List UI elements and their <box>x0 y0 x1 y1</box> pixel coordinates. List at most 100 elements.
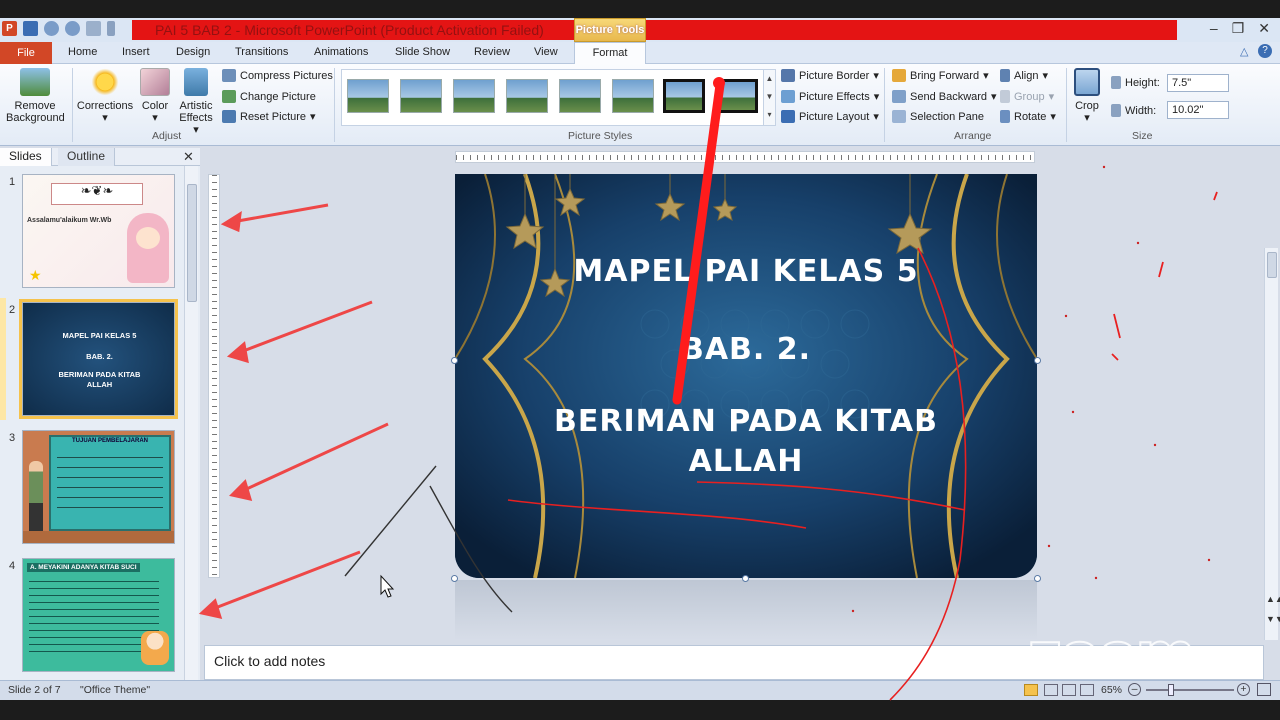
powerpoint-window: P PAI 5 BAB 2 - Microsoft PowerPoint (Pr… <box>0 0 1280 720</box>
slides-panel: 1 ❧❦❧ Assalamu'alaikum Wr.Wb ★ 2 MAPEL P… <box>0 166 200 680</box>
slide-thumbnail-4[interactable]: A. MEYAKINI ADANYA KITAB SUCI <box>22 558 175 672</box>
scroll-thumb[interactable] <box>1267 252 1277 278</box>
picture-border-button[interactable]: Picture Border ▾ <box>781 69 879 82</box>
group-button[interactable]: Group ▾ <box>1000 90 1054 103</box>
tab-review[interactable]: Review <box>474 46 510 58</box>
next-slide-icon[interactable]: ▼▼ <box>1266 614 1280 624</box>
slide-background-art <box>455 174 1037 578</box>
scroll-thumb[interactable] <box>187 184 197 302</box>
help-icon[interactable]: ? <box>1258 44 1272 58</box>
redo-icon[interactable] <box>65 21 80 36</box>
picture-style-3[interactable] <box>453 79 495 113</box>
selection-pane-button[interactable]: Selection Pane <box>892 110 984 123</box>
customize-qat-icon[interactable] <box>107 21 115 36</box>
fit-to-window-icon[interactable] <box>1257 683 1271 696</box>
width-input[interactable]: 10.02" <box>1167 101 1229 119</box>
tab-animations[interactable]: Animations <box>314 46 368 58</box>
picture-layout-button[interactable]: Picture Layout ▾ <box>781 110 879 123</box>
face <box>136 227 160 249</box>
floor <box>23 531 174 543</box>
minimize-icon[interactable]: – <box>1210 20 1218 37</box>
tab-slide-show[interactable]: Slide Show <box>395 46 450 58</box>
zoom-slider[interactable] <box>1146 689 1234 691</box>
picture-tools-context-tab: Picture Tools <box>574 18 646 42</box>
reading-view-icon[interactable] <box>1062 684 1076 696</box>
thumb-title-3: BERIMAN PADA KITAB <box>58 370 141 379</box>
powerpoint-app-icon[interactable]: P <box>2 21 17 36</box>
undo-icon[interactable] <box>44 21 59 36</box>
picture-style-8[interactable] <box>716 79 758 113</box>
group-label-picture-styles: Picture Styles <box>568 130 633 142</box>
picture-style-7[interactable] <box>663 79 705 113</box>
resize-handle-bottom-left[interactable] <box>451 575 458 582</box>
close-panel-icon[interactable]: ✕ <box>183 149 194 165</box>
picture-style-2[interactable] <box>400 79 442 113</box>
rotate-button[interactable]: Rotate ▾ <box>1000 110 1056 123</box>
zoom-in-icon[interactable]: + <box>1237 683 1250 696</box>
ribbon-minimize-icon[interactable]: △ <box>1240 45 1248 58</box>
resize-handle-bottom[interactable] <box>742 575 749 582</box>
close-icon[interactable]: ✕ <box>1258 20 1270 37</box>
slide-thumbnail-1[interactable]: ❧❦❧ Assalamu'alaikum Wr.Wb ★ <box>22 174 175 288</box>
artistic-effects-label-2: Effects <box>179 112 213 124</box>
normal-view-icon[interactable] <box>1024 684 1038 696</box>
crop-icon <box>1074 68 1100 96</box>
prev-slide-icon[interactable]: ▲▲ <box>1266 594 1280 604</box>
picture-style-6[interactable] <box>612 79 654 113</box>
align-button[interactable]: Align ▾ <box>1000 69 1048 82</box>
height-icon <box>1111 76 1121 89</box>
zoom-out-icon[interactable]: – <box>1128 683 1141 696</box>
slide-number: 3 <box>9 432 16 444</box>
resize-handle-left[interactable] <box>451 357 458 364</box>
resize-handle-right[interactable] <box>1034 357 1041 364</box>
zoom-slider-thumb[interactable] <box>1168 684 1174 696</box>
tab-home[interactable]: Home <box>68 46 97 58</box>
tab-file[interactable]: File <box>0 42 52 64</box>
send-backward-button[interactable]: Send Backward ▾ <box>892 90 997 103</box>
corrections-button[interactable]: Corrections ▾ <box>76 68 134 124</box>
maximize-icon[interactable]: ❐ <box>1232 20 1245 37</box>
board-lines <box>57 451 163 517</box>
color-icon <box>140 68 170 96</box>
slide-sorter-icon[interactable] <box>1044 684 1058 696</box>
slides-panel-header: Slides Outline ✕ <box>0 148 200 166</box>
tab-slides[interactable]: Slides <box>0 148 52 166</box>
height-input[interactable]: 7.5" <box>1167 74 1229 92</box>
remove-background-button[interactable]: Remove Background <box>6 68 65 124</box>
bring-forward-icon <box>892 69 906 82</box>
thumb-heading: A. MEYAKINI ADANYA KITAB SUCI <box>27 563 140 572</box>
current-slide-indicator <box>0 298 6 420</box>
slide-thumbnail-3[interactable]: TUJUAN PEMBELAJARAN <box>22 430 175 544</box>
tab-design[interactable]: Design <box>176 46 210 58</box>
picture-effects-button[interactable]: Picture Effects ▾ <box>781 90 879 103</box>
slide-thumbnail-2[interactable]: MAPEL PAI KELAS 5 BAB. 2. BERIMAN PADA K… <box>19 299 178 419</box>
bring-forward-label: Bring Forward <box>910 69 980 82</box>
tab-insert[interactable]: Insert <box>122 46 150 58</box>
tab-format[interactable]: Format <box>574 42 646 65</box>
reset-picture-button[interactable]: Reset Picture ▾ <box>222 110 316 123</box>
resize-handle-bottom-right[interactable] <box>1034 575 1041 582</box>
corrections-label: Corrections <box>76 100 134 112</box>
slide-show-icon[interactable] <box>1080 684 1094 696</box>
compress-pictures-button[interactable]: Compress Pictures <box>222 69 333 82</box>
picture-style-1[interactable] <box>347 79 389 113</box>
slide-canvas[interactable]: MAPEL PAI KELAS 5 BAB. 2. BERIMAN PADA K… <box>455 174 1037 578</box>
bring-forward-button[interactable]: Bring Forward ▾ <box>892 69 989 82</box>
width-icon <box>1111 104 1121 117</box>
crop-button[interactable]: Crop ▾ <box>1070 68 1104 124</box>
zoom-level[interactable]: 65% <box>1101 684 1122 696</box>
tab-view[interactable]: View <box>534 46 558 58</box>
change-picture-button[interactable]: Change Picture <box>222 90 316 103</box>
tab-outline[interactable]: Outline <box>58 148 116 166</box>
picture-style-5[interactable] <box>559 79 601 113</box>
picture-style-4[interactable] <box>506 79 548 113</box>
color-button[interactable]: Color ▾ <box>138 68 172 124</box>
save-icon[interactable] <box>23 21 38 36</box>
slide-scrollbar[interactable]: ▲▲ ▼▼ <box>1264 248 1280 640</box>
print-preview-icon[interactable] <box>86 21 101 36</box>
slides-panel-scrollbar[interactable] <box>184 166 198 680</box>
width-label-row: Width: <box>1111 104 1156 117</box>
artistic-effects-button[interactable]: Artistic Effects ▾ <box>176 68 216 136</box>
tab-transitions[interactable]: Transitions <box>235 46 288 58</box>
gallery-scroll[interactable]: ▲ ▼ ▾ <box>763 69 776 126</box>
